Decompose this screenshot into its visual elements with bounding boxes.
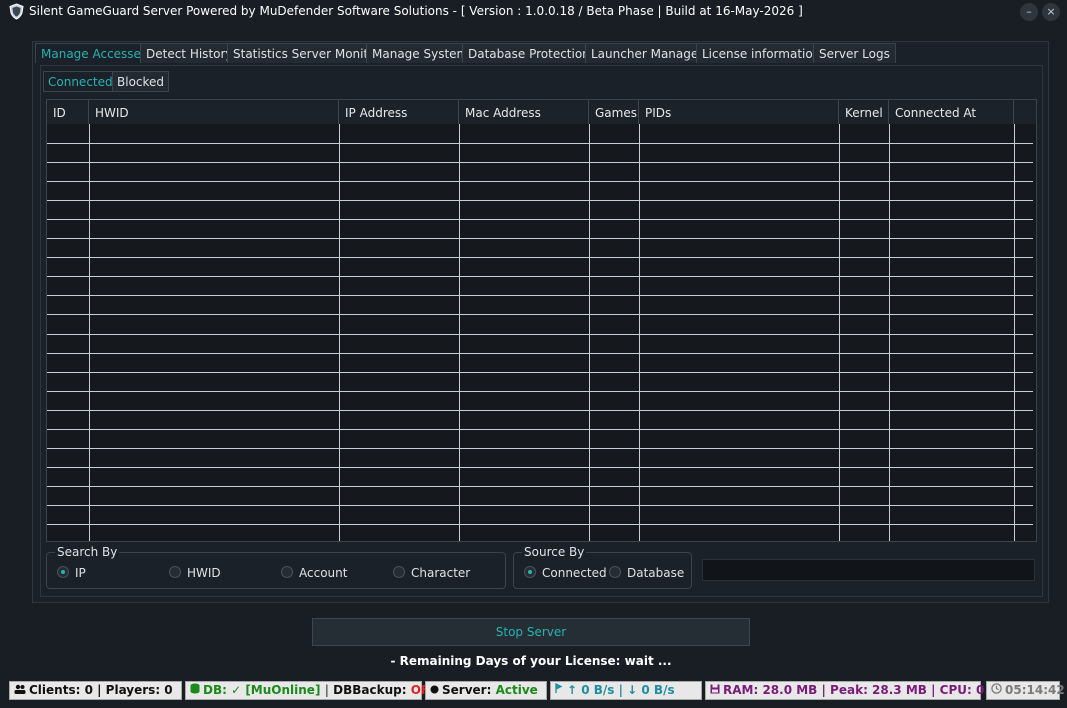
stop-server-button[interactable]: Stop Server — [312, 618, 750, 646]
database-icon — [190, 683, 200, 694]
table-row-line — [47, 448, 1033, 449]
table-row-line — [47, 276, 1033, 277]
table-column-line — [1014, 124, 1015, 541]
column-header-kernel[interactable]: Kernel — [839, 100, 889, 124]
table-row-line — [47, 162, 1033, 163]
table-column-line — [339, 124, 340, 541]
radio-search-ip-label[interactable]: IP — [75, 566, 86, 580]
table-column-line — [89, 124, 90, 541]
table-row-line — [47, 257, 1033, 258]
db-label: DB: ✓ [MuOnline] — [203, 683, 321, 697]
column-header-pids[interactable]: PIDs — [639, 100, 839, 124]
radio-search-ip[interactable] — [57, 566, 69, 578]
radio-search-hwid-label[interactable]: HWID — [187, 566, 221, 580]
clock-icon — [991, 683, 1002, 694]
table-row-line — [47, 353, 1033, 354]
column-header-mac-address[interactable]: Mac Address — [459, 100, 589, 124]
shield-app-icon — [9, 3, 24, 20]
tab-license-information[interactable]: License information — [696, 43, 827, 63]
network-icon — [555, 683, 563, 693]
column-header-connected-at[interactable]: Connected At — [889, 100, 1014, 124]
tab-detect-history[interactable]: Detect History — [140, 43, 239, 63]
radio-search-hwid[interactable] — [169, 566, 181, 578]
table-column-line — [839, 124, 840, 541]
radio-search-account-label[interactable]: Account — [299, 566, 347, 580]
close-button[interactable]: × — [1042, 3, 1060, 21]
source-by-title: Source By — [522, 545, 587, 559]
search-input[interactable] — [702, 559, 1035, 581]
subtab-connected[interactable]: Connected — [43, 71, 118, 92]
status-resources: RAM: 28.0 MB | Peak: 28.3 MB | CPU: 0.0% — [705, 681, 1009, 700]
connections-table[interactable]: ID HWID IP Address Mac Address Games PID… — [46, 99, 1037, 542]
column-header-games[interactable]: Games — [589, 100, 639, 124]
radio-source-database[interactable] — [609, 566, 621, 578]
tab-statistics-server-monitor[interactable]: Statistics Server Monitor — [227, 43, 387, 63]
table-row-line — [47, 295, 1033, 296]
license-remaining-text: - Remaining Days of your License: wait .… — [390, 654, 672, 668]
table-row-line — [47, 467, 1033, 468]
table-column-line — [589, 124, 590, 541]
resources-label: RAM: 28.0 MB | Peak: 28.3 MB | CPU: 0.0% — [723, 683, 1010, 697]
table-column-line — [459, 124, 460, 541]
table-row-line — [47, 372, 1033, 373]
table-row-line — [47, 505, 1033, 506]
table-row-line — [47, 486, 1033, 487]
status-database: DB: ✓ [MuOnline] | DBBackup: OFF — [185, 681, 437, 700]
users-icon — [14, 684, 26, 694]
title-bar: Silent GameGuard Server Powered by MuDef… — [0, 0, 1067, 24]
tab-database-protections[interactable]: Database Protections — [462, 43, 603, 63]
radio-search-character[interactable] — [393, 566, 405, 578]
table-row-line — [47, 524, 1033, 525]
table-header: ID HWID IP Address Mac Address Games PID… — [47, 100, 1036, 124]
table-row-line — [47, 181, 1033, 182]
table-column-line — [639, 124, 640, 541]
table-row-line — [47, 200, 1033, 201]
server-label: Server: — [442, 683, 492, 697]
table-row-line — [47, 391, 1033, 392]
table-row-line — [47, 334, 1033, 335]
column-header-ip-address[interactable]: IP Address — [339, 100, 459, 124]
table-row-line — [47, 238, 1033, 239]
table-row-line — [47, 429, 1033, 430]
table-row-line — [47, 410, 1033, 411]
status-clock: 05:14:42 — [986, 681, 1065, 700]
clock-value: 05:14:42 — [1005, 683, 1065, 697]
table-row-line — [47, 314, 1033, 315]
tab-launcher-manager[interactable]: Launcher Manager — [585, 43, 710, 63]
minimize-button[interactable]: – — [1020, 3, 1038, 21]
radio-source-connected[interactable] — [524, 566, 536, 578]
network-label: ↑ 0 B/s | ↓ 0 B/s — [567, 683, 675, 697]
column-header-id[interactable]: ID — [47, 100, 89, 124]
tab-manage-accesses[interactable]: Manage Accesses — [35, 43, 154, 63]
radio-search-character-label[interactable]: Character — [411, 566, 470, 580]
dbbackup-label: DBBackup: — [333, 683, 407, 697]
status-network: ↑ 0 B/s | ↓ 0 B/s — [550, 681, 702, 700]
table-row-line — [47, 219, 1033, 220]
dot-icon — [430, 685, 439, 694]
search-by-title: Search By — [55, 545, 120, 559]
server-value: Active — [495, 683, 538, 697]
memory-icon — [710, 684, 720, 694]
table-row-line — [47, 143, 1033, 144]
clients-label: Clients: 0 | Players: 0 — [29, 683, 173, 697]
window-title: Silent GameGuard Server Powered by MuDef… — [29, 4, 803, 18]
radio-source-connected-label[interactable]: Connected — [542, 566, 607, 580]
tab-server-logs[interactable]: Server Logs — [813, 43, 896, 63]
tab-manage-system[interactable]: Manage System — [366, 43, 475, 63]
radio-search-account[interactable] — [281, 566, 293, 578]
table-column-line — [889, 124, 890, 541]
column-header-hwid[interactable]: HWID — [89, 100, 339, 124]
status-clients: Clients: 0 | Players: 0 — [9, 681, 182, 700]
radio-source-database-label[interactable]: Database — [627, 566, 684, 580]
status-server: Server: Active — [425, 681, 547, 700]
subtab-blocked[interactable]: Blocked — [112, 71, 170, 92]
